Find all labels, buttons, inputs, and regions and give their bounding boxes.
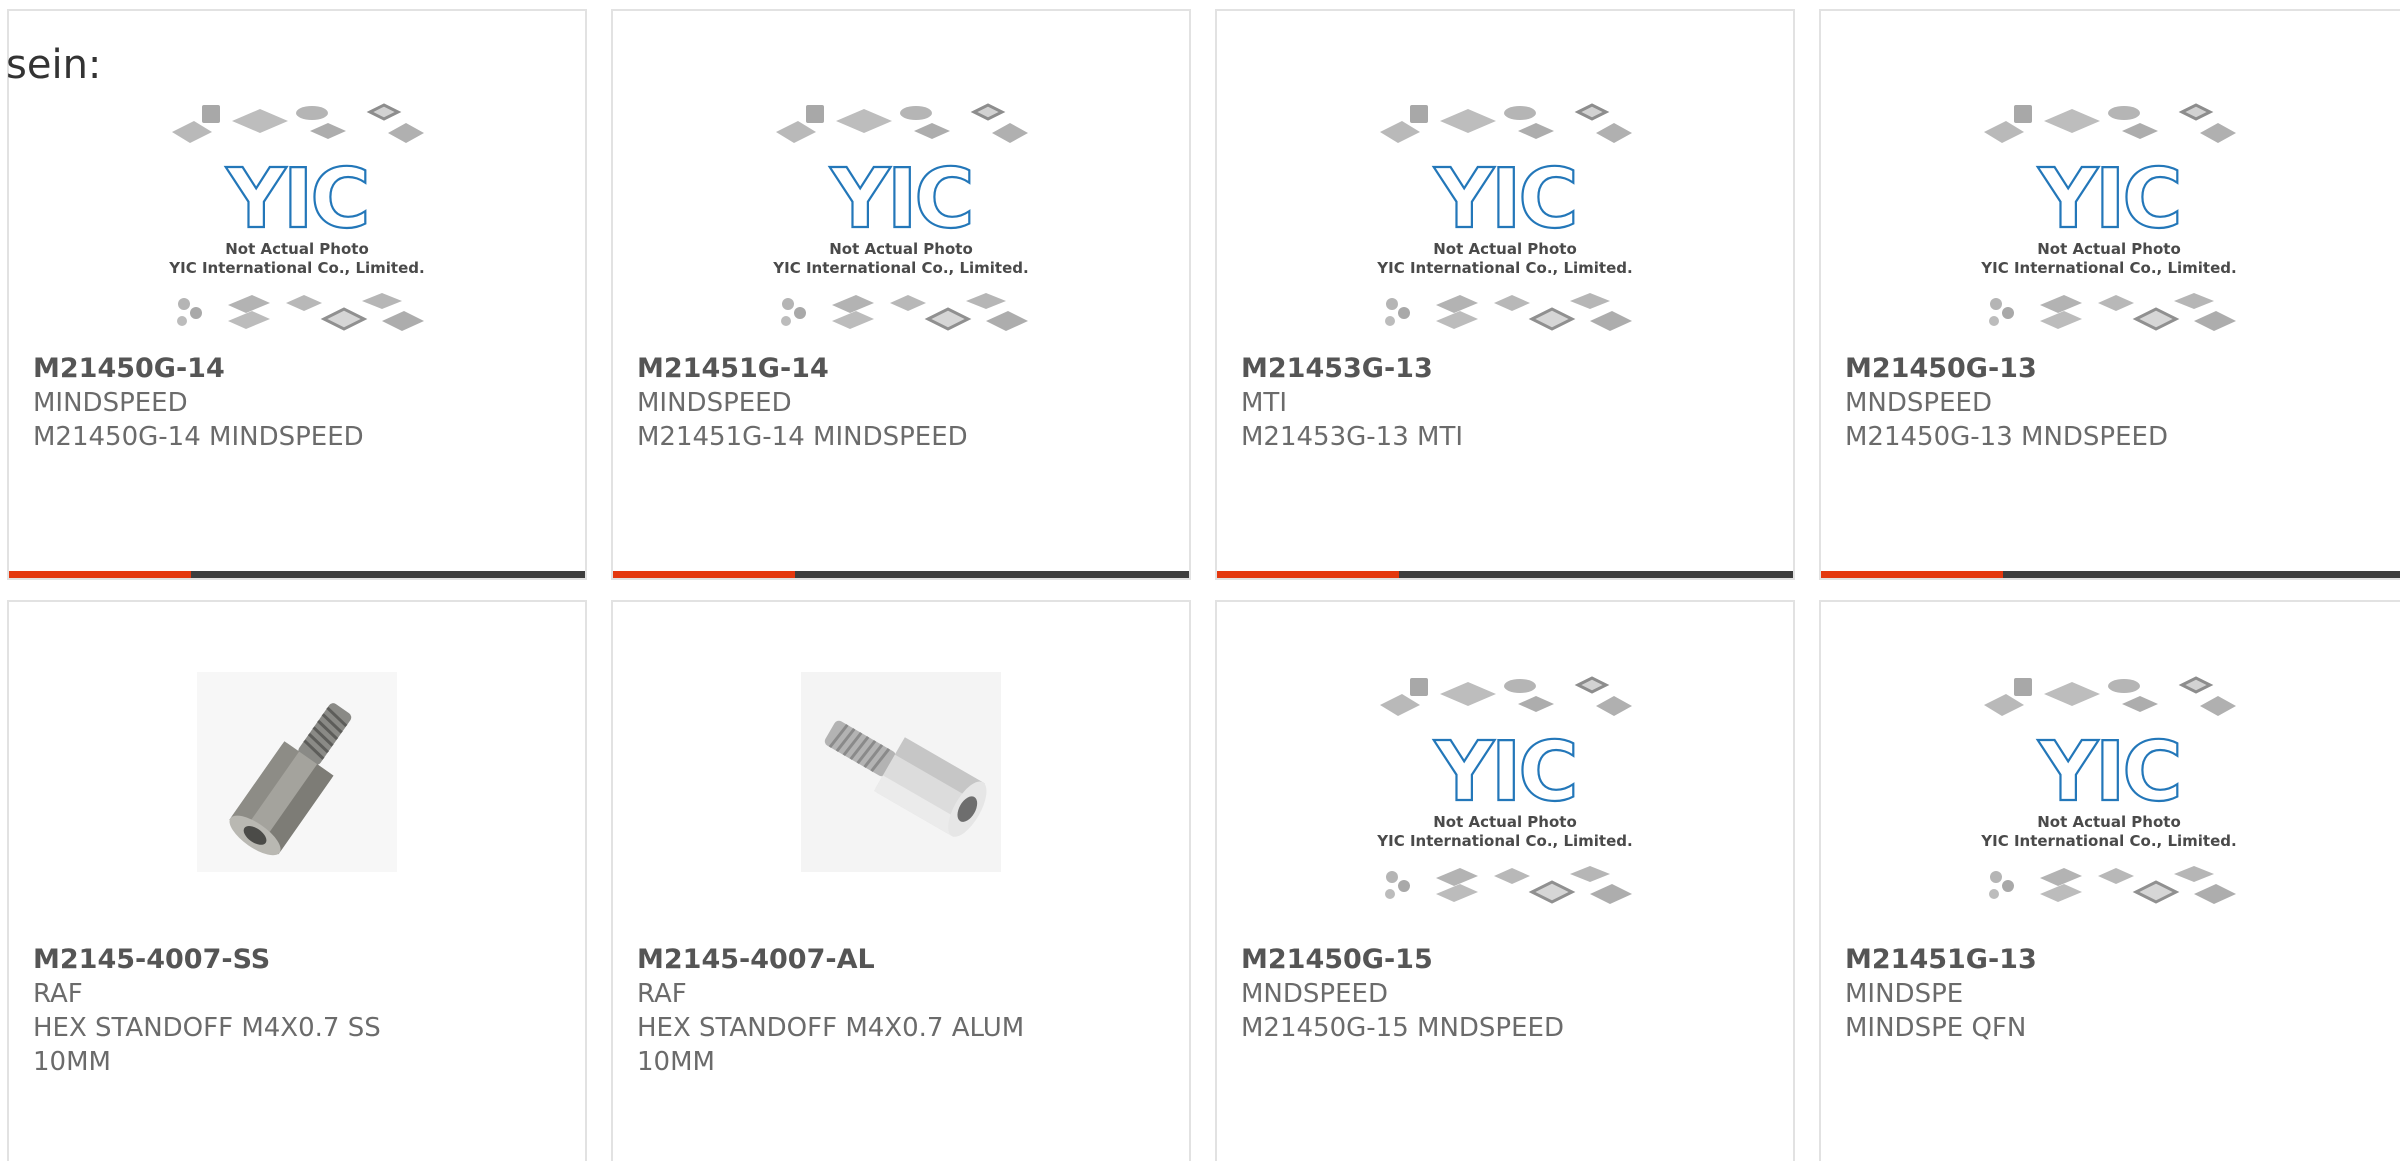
product-image[interactable] xyxy=(9,672,585,924)
placeholder-photo-icon: YIC Not Actual Photo YIC International C… xyxy=(1376,103,1634,333)
svg-text:YIC International Co., Limited: YIC International Co., Limited. xyxy=(1980,259,2236,277)
product-info: M21453G-13 MTI M21453G-13 MTI xyxy=(1241,352,1773,454)
product-card[interactable]: YIC Not Actual Photo YIC International C… xyxy=(611,9,1191,580)
product-card[interactable]: YIC Not Actual Photo YIC International C… xyxy=(1215,9,1795,580)
description: HEX STANDOFF M4X0.7 ALUM 10MM xyxy=(637,1013,1025,1077)
manufacturer: MTI xyxy=(1241,388,1287,418)
placeholder-photo-icon: YIC Not Actual Photo YIC International C… xyxy=(1980,103,2238,333)
svg-text:Not Actual Photo: Not Actual Photo xyxy=(1433,813,1577,831)
manufacturer: RAF xyxy=(637,979,687,1009)
card-bottom-bar xyxy=(9,571,585,578)
svg-text:YIC International Co., Limited: YIC International Co., Limited. xyxy=(1376,259,1632,277)
svg-text:YIC: YIC xyxy=(1433,725,1575,820)
product-card[interactable]: M2145-4007-SS RAF HEX STANDOFF M4X0.7 SS… xyxy=(7,600,587,1161)
hex-standoff-steel-icon xyxy=(197,672,397,872)
svg-text:Not Actual Photo: Not Actual Photo xyxy=(225,240,369,258)
description: M21450G-13 MNDSPEED xyxy=(1845,422,2168,452)
product-card[interactable]: YIC Not Actual Photo YIC International C… xyxy=(1819,9,2400,580)
svg-text:YIC International Co., Limited: YIC International Co., Limited. xyxy=(168,259,424,277)
manufacturer: MINDSPEED xyxy=(33,388,188,418)
svg-text:YIC: YIC xyxy=(225,152,367,247)
product-info: M21450G-14 MINDSPEED M21450G-14 MINDSPEE… xyxy=(33,352,565,454)
part-number-link[interactable]: M21451G-14 xyxy=(637,352,1169,386)
product-grid-page: sein: YIC Not Actual Photo YIC Internati… xyxy=(0,0,2400,1161)
product-card[interactable]: YIC Not Actual Photo YIC International C… xyxy=(1215,600,1795,1161)
card-bottom-bar xyxy=(1821,571,2400,578)
placeholder-photo-icon: YIC Not Actual Photo YIC International C… xyxy=(1980,676,2238,906)
product-image[interactable]: YIC Not Actual Photo YIC International C… xyxy=(1821,99,2400,351)
card-accent xyxy=(613,571,795,578)
product-info: M21451G-14 MINDSPEED M21451G-14 MINDSPEE… xyxy=(637,352,1169,454)
product-image[interactable]: YIC Not Actual Photo YIC International C… xyxy=(1821,672,2400,924)
card-accent xyxy=(1821,571,2003,578)
product-info: M2145-4007-AL RAF HEX STANDOFF M4X0.7 AL… xyxy=(637,943,1169,1079)
description: M21450G-15 MNDSPEED xyxy=(1241,1013,1564,1043)
product-info: M21450G-15 MNDSPEED M21450G-15 MNDSPEED xyxy=(1241,943,1773,1045)
manufacturer: MINDSPEED xyxy=(637,388,792,418)
page-heading: sein: xyxy=(6,42,102,88)
card-bottom-bar xyxy=(613,571,1189,578)
product-info: M21451G-13 MINDSPE MINDSPE QFN xyxy=(1845,943,2387,1045)
svg-text:Not Actual Photo: Not Actual Photo xyxy=(829,240,973,258)
card-accent xyxy=(1217,571,1399,578)
product-card[interactable]: YIC Not Actual Photo YIC International C… xyxy=(1819,600,2400,1161)
description: M21451G-14 MINDSPEED xyxy=(637,422,968,452)
description: M21453G-13 MTI xyxy=(1241,422,1464,452)
part-number-link[interactable]: M21450G-15 xyxy=(1241,943,1773,977)
part-number-link[interactable]: M2145-4007-SS xyxy=(33,943,565,977)
placeholder-photo-icon: YIC Not Actual Photo YIC International C… xyxy=(772,103,1030,333)
product-image[interactable]: YIC Not Actual Photo YIC International C… xyxy=(1217,99,1793,351)
svg-text:YIC: YIC xyxy=(2037,152,2179,247)
manufacturer: RAF xyxy=(33,979,83,1009)
description: M21450G-14 MINDSPEED xyxy=(33,422,364,452)
product-card[interactable]: YIC Not Actual Photo YIC International C… xyxy=(7,9,587,580)
product-image[interactable] xyxy=(613,672,1189,924)
description: HEX STANDOFF M4X0.7 SS 10MM xyxy=(33,1013,381,1077)
product-image[interactable]: YIC Not Actual Photo YIC International C… xyxy=(1217,672,1793,924)
part-number-link[interactable]: M21451G-13 xyxy=(1845,943,2387,977)
svg-text:YIC International Co., Limited: YIC International Co., Limited. xyxy=(772,259,1028,277)
hex-standoff-aluminum-icon xyxy=(801,672,1001,872)
part-number-link[interactable]: M21450G-14 xyxy=(33,352,565,386)
svg-text:YIC: YIC xyxy=(1433,152,1575,247)
placeholder-photo-icon: YIC Not Actual Photo YIC International C… xyxy=(168,103,426,333)
product-image[interactable]: YIC Not Actual Photo YIC International C… xyxy=(9,99,585,351)
product-image[interactable]: YIC Not Actual Photo YIC International C… xyxy=(613,99,1189,351)
product-info: M21450G-13 MNDSPEED M21450G-13 MNDSPEED xyxy=(1845,352,2387,454)
placeholder-photo-icon: YIC Not Actual Photo YIC International C… xyxy=(1376,676,1634,906)
svg-text:Not Actual Photo: Not Actual Photo xyxy=(1433,240,1577,258)
svg-text:YIC: YIC xyxy=(2037,725,2179,820)
card-bottom-bar xyxy=(1217,571,1793,578)
description: MINDSPE QFN xyxy=(1845,1013,2027,1043)
manufacturer: MNDSPEED xyxy=(1241,979,1388,1009)
part-number-link[interactable]: M2145-4007-AL xyxy=(637,943,1169,977)
svg-text:Not Actual Photo: Not Actual Photo xyxy=(2037,813,2181,831)
svg-text:YIC: YIC xyxy=(829,152,971,247)
svg-text:YIC International Co., Limited: YIC International Co., Limited. xyxy=(1376,832,1632,850)
svg-text:Not Actual Photo: Not Actual Photo xyxy=(2037,240,2181,258)
manufacturer: MINDSPE xyxy=(1845,979,1964,1009)
product-card[interactable]: M2145-4007-AL RAF HEX STANDOFF M4X0.7 AL… xyxy=(611,600,1191,1161)
manufacturer: MNDSPEED xyxy=(1845,388,1992,418)
part-number-link[interactable]: M21450G-13 xyxy=(1845,352,2387,386)
part-number-link[interactable]: M21453G-13 xyxy=(1241,352,1773,386)
card-accent xyxy=(9,571,191,578)
product-info: M2145-4007-SS RAF HEX STANDOFF M4X0.7 SS… xyxy=(33,943,565,1079)
svg-text:YIC International Co., Limited: YIC International Co., Limited. xyxy=(1980,832,2236,850)
